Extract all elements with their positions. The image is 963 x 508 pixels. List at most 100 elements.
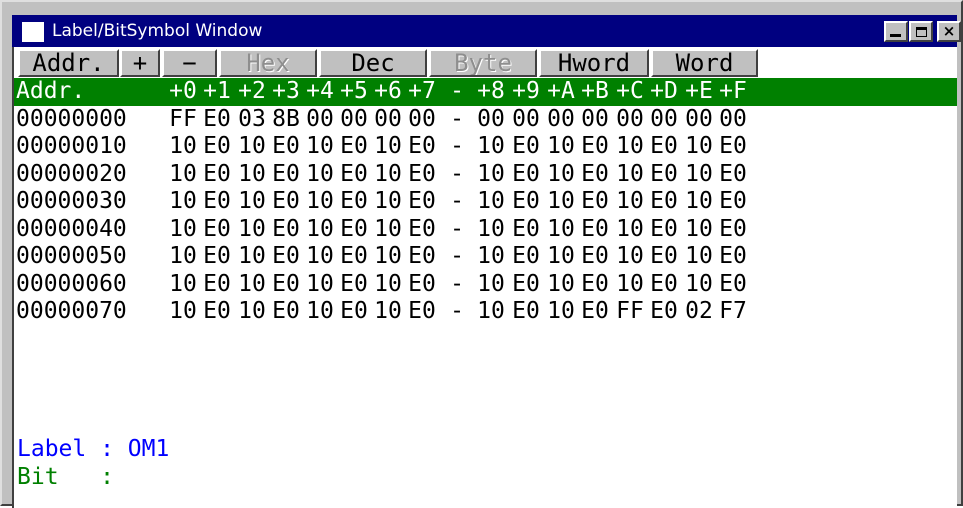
byte-cell[interactable]: 10 [474,161,508,188]
byte-cell[interactable]: E0 [269,243,303,270]
byte-cell[interactable]: 10 [166,133,200,160]
byte-cell[interactable]: 00 [578,106,612,133]
minimize-button[interactable] [884,21,908,42]
decrement-button[interactable]: − [162,49,217,77]
byte-button[interactable]: Byte [429,49,537,77]
byte-cell[interactable]: 10 [544,188,578,215]
table-row[interactable]: 00000050 10 E0 10 E0 10 E0 10 E0-10 E0 10 E0 10 E0 10 E… [14,243,957,271]
byte-cell[interactable]: E0 [337,216,371,243]
byte-cell[interactable]: E0 [405,243,439,270]
byte-cell[interactable]: E0 [509,133,543,160]
byte-cell[interactable]: E0 [200,243,234,270]
byte-cell[interactable]: 10 [166,216,200,243]
byte-cell[interactable]: E0 [405,133,439,160]
byte-cell[interactable]: E0 [509,271,543,298]
byte-cell[interactable]: E0 [647,188,681,215]
row-address[interactable]: 00000030 [16,188,127,215]
dec-button[interactable]: Dec [319,49,427,77]
byte-cell[interactable]: 10 [303,298,337,325]
byte-cell[interactable]: E0 [200,271,234,298]
byte-cell[interactable]: 10 [613,271,647,298]
byte-cell[interactable]: E0 [647,271,681,298]
byte-cell[interactable]: 10 [682,161,716,188]
table-row[interactable]: 00000020 10 E0 10 E0 10 E0 10 E0-10 E0 10 E0 10 E0 10 E… [14,161,957,189]
byte-cell[interactable]: 10 [371,271,405,298]
byte-cell[interactable]: E0 [716,133,750,160]
byte-cell[interactable]: 10 [303,133,337,160]
byte-cell[interactable]: E0 [269,298,303,325]
byte-cell[interactable]: 10 [544,298,578,325]
byte-cell[interactable]: E0 [405,216,439,243]
byte-cell[interactable]: 00 [716,106,750,133]
row-address[interactable]: 00000070 [16,298,127,325]
byte-cell[interactable]: 10 [682,243,716,270]
byte-cell[interactable]: 00 [303,106,337,133]
byte-cell[interactable]: 10 [613,216,647,243]
byte-cell[interactable]: E0 [337,243,371,270]
byte-cell[interactable]: 10 [371,243,405,270]
byte-cell[interactable]: 10 [303,243,337,270]
byte-cell[interactable]: E0 [578,216,612,243]
byte-cell[interactable]: 10 [235,298,269,325]
byte-cell[interactable]: E0 [509,243,543,270]
app-icon[interactable] [22,22,44,42]
byte-cell[interactable]: E0 [269,216,303,243]
byte-cell[interactable]: 10 [371,188,405,215]
close-button[interactable]: × [937,21,961,42]
byte-cell[interactable]: 10 [303,216,337,243]
byte-cell[interactable]: 10 [544,243,578,270]
byte-cell[interactable]: F7 [716,298,750,325]
table-row[interactable]: 00000030 10 E0 10 E0 10 E0 10 E0-10 E0 10 E0 10 E0 10 E… [14,188,957,216]
row-address[interactable]: 00000060 [16,271,127,298]
byte-cell[interactable]: 10 [613,133,647,160]
row-address[interactable]: 00000000 [16,106,127,133]
byte-cell[interactable]: E0 [647,298,681,325]
byte-cell[interactable]: 10 [544,133,578,160]
byte-cell[interactable]: 00 [509,106,543,133]
word-button[interactable]: Word [651,49,758,77]
row-address[interactable]: 00000040 [16,216,127,243]
byte-cell[interactable]: 10 [544,161,578,188]
table-row[interactable]: 00000060 10 E0 10 E0 10 E0 10 E0-10 E0 10 E0 10 E0 10 E… [14,271,957,299]
table-row[interactable]: 00000000 FF E0 03 8B 00 00 00 00-00 00 00 00 00 00 00 0… [14,106,957,134]
byte-cell[interactable]: E0 [578,161,612,188]
byte-cell[interactable]: 10 [235,216,269,243]
byte-cell[interactable]: E0 [509,188,543,215]
byte-cell[interactable]: 10 [303,188,337,215]
table-row[interactable]: 00000040 10 E0 10 E0 10 E0 10 E0-10 E0 10 E0 10 E0 10 E… [14,216,957,244]
byte-cell[interactable]: E0 [647,133,681,160]
byte-cell[interactable]: 10 [544,216,578,243]
byte-cell[interactable]: 00 [544,106,578,133]
byte-cell[interactable]: E0 [578,188,612,215]
byte-cell[interactable]: 10 [166,161,200,188]
title-bar[interactable]: Label/BitSymbol Window × [12,15,961,47]
byte-cell[interactable]: FF [166,106,200,133]
row-address[interactable]: 00000010 [16,133,127,160]
byte-cell[interactable]: 10 [474,243,508,270]
byte-cell[interactable]: E0 [716,188,750,215]
byte-cell[interactable]: E0 [578,298,612,325]
byte-cell[interactable]: E0 [716,216,750,243]
table-row[interactable]: 00000010 10 E0 10 E0 10 E0 10 E0-10 E0 10 E0 10 E0 10 E… [14,133,957,161]
byte-cell[interactable]: 10 [371,298,405,325]
byte-cell[interactable]: 10 [303,271,337,298]
byte-cell[interactable]: E0 [200,216,234,243]
byte-cell[interactable]: 00 [647,106,681,133]
increment-button[interactable]: + [120,49,160,77]
byte-cell[interactable]: 10 [613,188,647,215]
byte-cell[interactable]: E0 [269,188,303,215]
byte-cell[interactable]: E0 [647,216,681,243]
byte-cell[interactable]: 10 [682,271,716,298]
byte-cell[interactable]: E0 [647,243,681,270]
byte-cell[interactable]: E0 [405,271,439,298]
hword-button[interactable]: Hword [539,49,649,77]
byte-cell[interactable]: 10 [235,271,269,298]
byte-cell[interactable]: FF [613,298,647,325]
byte-cell[interactable]: E0 [337,161,371,188]
byte-cell[interactable]: E0 [509,161,543,188]
byte-cell[interactable]: 10 [474,216,508,243]
byte-cell[interactable]: 10 [371,133,405,160]
byte-cell[interactable]: E0 [405,161,439,188]
byte-cell[interactable]: 10 [474,271,508,298]
byte-cell[interactable]: 10 [682,133,716,160]
